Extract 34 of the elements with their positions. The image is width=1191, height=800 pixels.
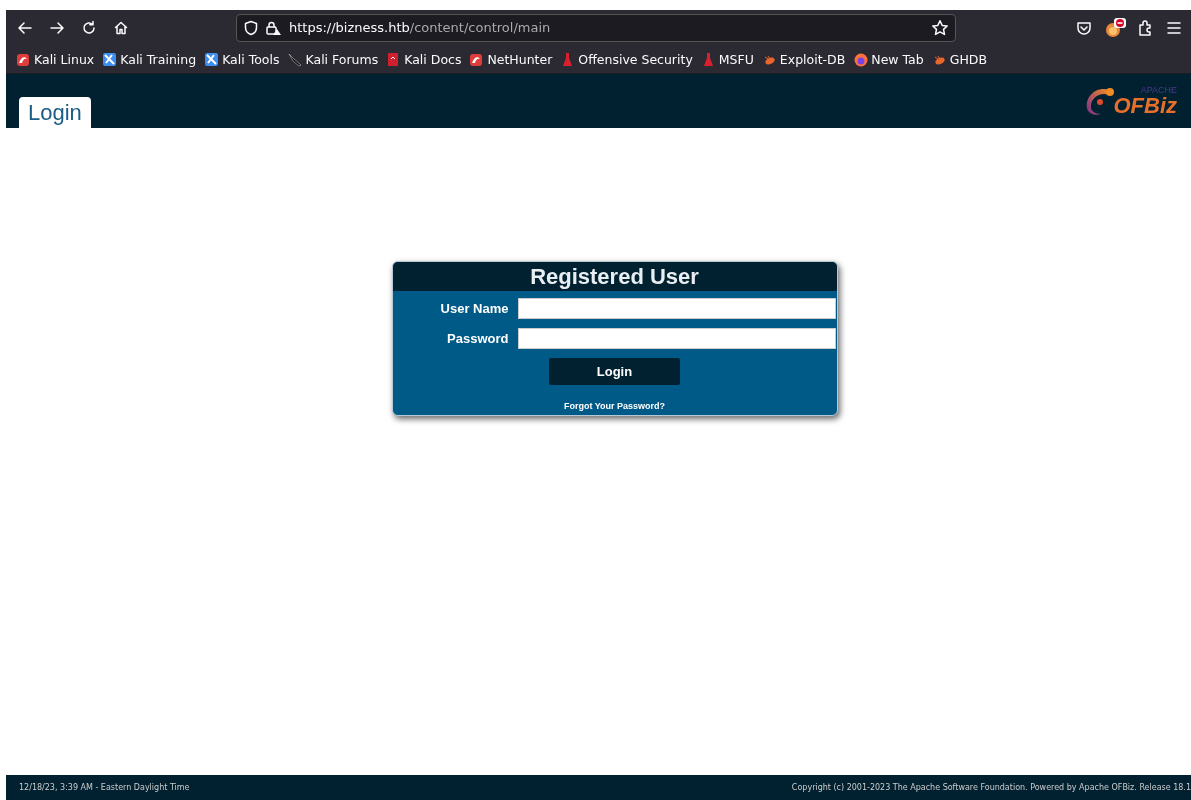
- bookmark-star-icon[interactable]: [931, 18, 949, 37]
- panel-title: Registered User: [392, 262, 837, 291]
- input-field[interactable]: [517, 298, 836, 319]
- field-label: User Name: [439, 301, 509, 316]
- bookmark-item[interactable]: GHDB: [931, 51, 987, 67]
- bookmark-item[interactable]: MSFU: [700, 51, 754, 67]
- login-tab[interactable]: Login: [19, 97, 91, 128]
- shield-icon: [243, 19, 259, 36]
- back-icon[interactable]: [17, 19, 33, 36]
- forward-icon[interactable]: [49, 19, 65, 36]
- reload-icon[interactable]: [81, 19, 97, 36]
- bookmark-item[interactable]: NetHunter: [469, 51, 553, 67]
- address-bar[interactable]: https://bizness.htb/content/control/main: [236, 13, 956, 42]
- url-text: https://bizness.htb/content/control/main: [289, 20, 551, 35]
- timestamp-text: 12/18/23, 3:39 AM - Eastern Daylight Time: [19, 783, 190, 792]
- bookmark-item[interactable]: Kali Training: [102, 51, 197, 67]
- firefox-icon: [853, 51, 869, 67]
- copyright-text: Copyright (c) 2001-2023 The Apache Software Foundation. Powered by Apache OFBiz. Release 18.1: [791, 783, 1191, 792]
- field-label: Password: [446, 331, 509, 346]
- bookmark-item[interactable]: Kali Docs: [386, 51, 462, 67]
- input-field[interactable]: [517, 328, 836, 349]
- bookmark-item[interactable]: New Tab: [853, 51, 924, 67]
- bookmark-item[interactable]: Kali Forums: [287, 51, 379, 67]
- bookmark-item[interactable]: Kali Tools: [204, 51, 280, 67]
- forgot-password-link[interactable]: Forgot Your Password?: [563, 401, 666, 411]
- logo-caption: APACHE: [1139, 85, 1177, 95]
- bookmark-item[interactable]: Exploit-DB: [761, 51, 846, 67]
- home-icon[interactable]: [113, 19, 129, 36]
- logo-wordmark: OFBiz: [1113, 94, 1177, 117]
- login-button[interactable]: Login: [549, 358, 680, 385]
- lock-warning-icon: [265, 19, 283, 36]
- bookmark-item[interactable]: Offensive Security: [560, 51, 693, 67]
- bookmark-item[interactable]: Kali Linux: [16, 51, 95, 67]
- extension-badge-icon[interactable]: [1103, 16, 1127, 39]
